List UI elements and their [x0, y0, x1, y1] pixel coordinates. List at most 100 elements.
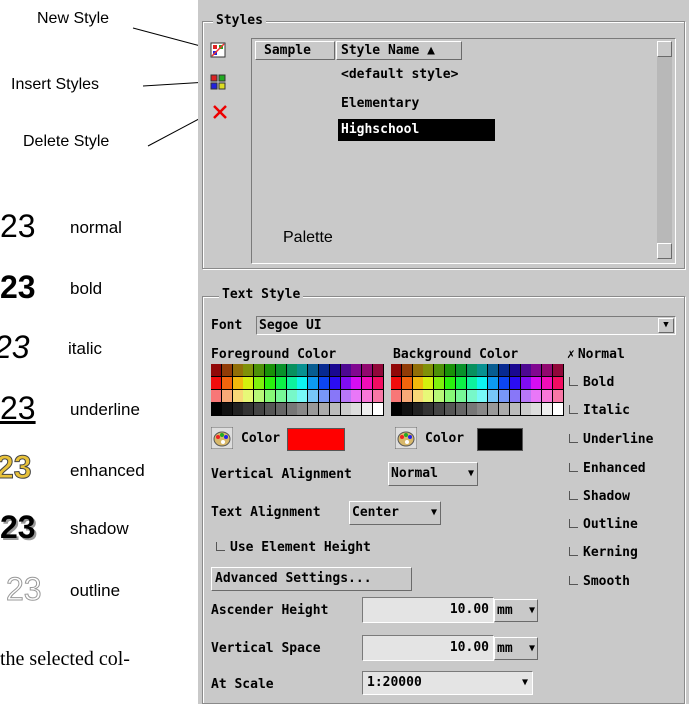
ascender-unit-select[interactable]: mm ▼: [494, 599, 538, 622]
palette-cell[interactable]: [373, 390, 383, 402]
palette-cell[interactable]: [520, 390, 531, 402]
palette-cell[interactable]: [499, 364, 509, 376]
palette-cell[interactable]: [211, 364, 221, 376]
style-option-smooth[interactable]: Smooth: [569, 574, 630, 589]
style-option-shadow[interactable]: Shadow: [569, 489, 630, 504]
palette-cell[interactable]: [243, 364, 254, 376]
palette-cell[interactable]: [297, 364, 308, 376]
palette-cell[interactable]: [232, 377, 243, 389]
palette-cell[interactable]: [477, 364, 488, 376]
text-alignment-select[interactable]: Center ▼: [349, 501, 441, 525]
palette-cell[interactable]: [232, 364, 243, 376]
palette-cell[interactable]: [423, 390, 434, 402]
palette-cell[interactable]: [265, 390, 275, 402]
palette-cell[interactable]: [254, 403, 265, 415]
palette-cell[interactable]: [221, 403, 232, 415]
palette-cell[interactable]: [412, 403, 423, 415]
palette-cell[interactable]: [531, 403, 542, 415]
insert-styles-button[interactable]: [210, 74, 228, 90]
new-style-button[interactable]: [210, 42, 226, 58]
palette-cell[interactable]: [254, 364, 265, 376]
palette-cell[interactable]: [466, 377, 477, 389]
palette-cell[interactable]: [243, 403, 254, 415]
palette-cell[interactable]: [373, 403, 383, 415]
palette-cell[interactable]: [401, 403, 412, 415]
style-option-kerning[interactable]: Kerning: [569, 545, 638, 560]
palette-cell[interactable]: [340, 390, 351, 402]
palette-cell[interactable]: [477, 390, 488, 402]
style-option-outline[interactable]: Outline: [569, 517, 638, 532]
palette-cell[interactable]: [265, 403, 275, 415]
palette-cell[interactable]: [211, 377, 221, 389]
palette-cell[interactable]: [340, 403, 351, 415]
palette-cell[interactable]: [445, 377, 455, 389]
style-option-italic[interactable]: Italic: [569, 403, 630, 418]
palette-cell[interactable]: [434, 364, 445, 376]
palette-cell[interactable]: [488, 364, 499, 376]
ascender-height-input[interactable]: 10.00: [362, 597, 494, 623]
vertical-space-input[interactable]: 10.00: [362, 635, 494, 661]
palette-cell[interactable]: [308, 377, 319, 389]
style-option-normal[interactable]: ✗ Normal: [567, 347, 625, 362]
palette-cell[interactable]: [391, 377, 401, 389]
palette-cell[interactable]: [499, 377, 509, 389]
palette-cell[interactable]: [509, 390, 520, 402]
palette-cell[interactable]: [308, 403, 319, 415]
palette-cell[interactable]: [329, 377, 340, 389]
palette-cell[interactable]: [286, 403, 297, 415]
palette-cell[interactable]: [362, 403, 373, 415]
style-option-bold[interactable]: Bold: [569, 375, 614, 390]
palette-cell[interactable]: [232, 390, 243, 402]
palette-cell[interactable]: [211, 390, 221, 402]
palette-cell[interactable]: [445, 390, 455, 402]
foreground-color-button[interactable]: [210, 426, 234, 450]
palette-cell[interactable]: [455, 390, 466, 402]
advanced-settings-button[interactable]: Advanced Settings...: [211, 567, 412, 591]
palette-cell[interactable]: [401, 390, 412, 402]
style-row-default[interactable]: <default style>: [341, 67, 458, 82]
style-row-elementary[interactable]: Elementary: [341, 96, 419, 111]
background-color-swatch[interactable]: [477, 428, 523, 451]
palette-cell[interactable]: [329, 403, 340, 415]
palette-cell[interactable]: [286, 364, 297, 376]
palette-cell[interactable]: [520, 364, 531, 376]
palette-cell[interactable]: [520, 377, 531, 389]
palette-cell[interactable]: [488, 390, 499, 402]
foreground-color-swatch[interactable]: [287, 428, 345, 451]
palette-cell[interactable]: [362, 377, 373, 389]
palette-cell[interactable]: [265, 364, 275, 376]
palette-cell[interactable]: [340, 377, 351, 389]
palette-cell[interactable]: [297, 403, 308, 415]
palette-cell[interactable]: [286, 377, 297, 389]
palette-cell[interactable]: [351, 390, 362, 402]
palette-cell[interactable]: [391, 390, 401, 402]
column-header-sample[interactable]: Sample: [255, 41, 335, 60]
palette-cell[interactable]: [455, 377, 466, 389]
palette-cell[interactable]: [434, 403, 445, 415]
palette-cell[interactable]: [455, 364, 466, 376]
style-row-highschool-selected[interactable]: Highschool: [338, 119, 495, 141]
palette-cell[interactable]: [319, 403, 329, 415]
palette-cell[interactable]: [351, 403, 362, 415]
delete-style-button[interactable]: [212, 104, 228, 120]
palette-cell[interactable]: [542, 403, 553, 415]
scroll-down-arrow[interactable]: [657, 243, 672, 259]
palette-cell[interactable]: [297, 377, 308, 389]
palette-cell[interactable]: [412, 377, 423, 389]
palette-cell[interactable]: [542, 377, 553, 389]
palette-cell[interactable]: [531, 364, 542, 376]
palette-cell[interactable]: [477, 403, 488, 415]
palette-cell[interactable]: [221, 377, 232, 389]
palette-cell[interactable]: [254, 390, 265, 402]
palette-cell[interactable]: [509, 377, 520, 389]
palette-cell[interactable]: [275, 364, 286, 376]
palette-cell[interactable]: [553, 403, 563, 415]
palette-cell[interactable]: [477, 377, 488, 389]
palette-cell[interactable]: [455, 403, 466, 415]
palette-cell[interactable]: [319, 364, 329, 376]
palette-cell[interactable]: [412, 390, 423, 402]
palette-cell[interactable]: [297, 390, 308, 402]
scroll-up-arrow[interactable]: [657, 41, 672, 57]
palette-cell[interactable]: [221, 364, 232, 376]
palette-cell[interactable]: [466, 390, 477, 402]
